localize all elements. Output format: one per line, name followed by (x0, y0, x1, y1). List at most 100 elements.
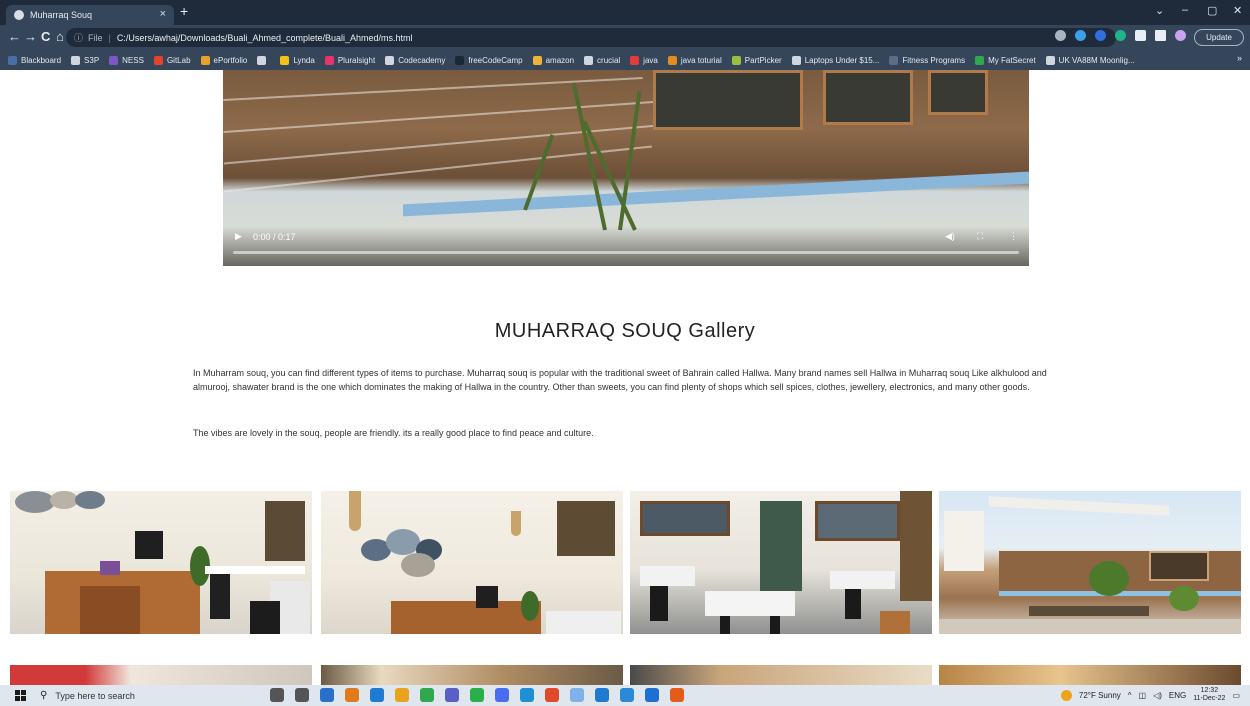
video-progress-bar[interactable] (233, 251, 1019, 254)
taskbar-app-icon[interactable] (345, 688, 359, 702)
taskbar-app-icon[interactable] (420, 688, 434, 702)
taskbar-app-icon[interactable] (545, 688, 559, 702)
bookmark-favicon-icon (731, 55, 741, 65)
profile-avatar-icon[interactable] (1175, 30, 1186, 41)
language-indicator[interactable]: ENG (1169, 691, 1186, 700)
maximize-button[interactable]: ▢ (1207, 4, 1217, 17)
bookmark-label: ePortfolio (213, 55, 248, 65)
taskbar-app-icon[interactable] (570, 688, 584, 702)
bookmark-item[interactable]: GitLab (153, 55, 191, 65)
reload-button[interactable]: C (41, 29, 50, 44)
new-tab-button[interactable]: + (180, 3, 188, 19)
bookmark-item[interactable]: java toturial (667, 55, 722, 65)
bookmark-item[interactable]: PartPicker (731, 55, 782, 65)
bookmark-item[interactable]: My FatSecret (975, 55, 1036, 65)
taskbar-app-icon[interactable] (520, 688, 534, 702)
site-info-icon[interactable]: ⓘ (74, 31, 83, 44)
taskbar-app-icon[interactable] (620, 688, 634, 702)
taskbar-search[interactable]: ⚲ Type here to search (40, 686, 230, 705)
extension-icon[interactable] (1075, 30, 1086, 41)
play-icon[interactable]: ▶ (235, 231, 242, 242)
gallery-photo[interactable] (939, 665, 1241, 685)
gallery-photo[interactable] (321, 665, 623, 685)
notifications-icon[interactable]: ▭ (1232, 691, 1240, 700)
bookmark-item[interactable]: java (630, 55, 658, 65)
bookmark-label: Fitness Programs (902, 55, 966, 65)
extension-icon[interactable] (1095, 30, 1106, 41)
gallery-photo[interactable] (630, 665, 932, 685)
bookmark-item[interactable]: Codecademy (385, 55, 445, 65)
bookmark-label: amazon (545, 55, 575, 65)
fullscreen-icon[interactable]: ⛶ (977, 231, 983, 242)
gallery-photo[interactable] (321, 491, 623, 634)
bookmark-label: PartPicker (744, 55, 782, 65)
search-icon: ⚲ (40, 690, 48, 701)
taskbar-app-icon[interactable] (670, 688, 684, 702)
volume-icon[interactable]: ◁) (1153, 691, 1162, 700)
gallery-title: MUHARRAQ SOUQ Gallery (494, 320, 756, 342)
bookmark-item[interactable]: Lynda (280, 55, 315, 65)
taskbar-app-icon[interactable] (295, 688, 309, 702)
bookmark-item[interactable]: S3P (71, 55, 99, 65)
bookmark-label: Blackboard (21, 55, 62, 65)
taskbar-app-icon[interactable] (470, 688, 484, 702)
bookmark-favicon-icon (280, 55, 290, 65)
bookmark-favicon-icon (455, 55, 465, 65)
video-menu-icon[interactable]: ⋮ (1009, 231, 1018, 242)
bookmark-favicon-icon (791, 55, 801, 65)
taskbar-app-icon[interactable] (395, 688, 409, 702)
page-content: ▶ 0:00 / 0:17 ◀) ⛶ ⋮ MUHARRAQ SOUQ Galle… (0, 70, 1250, 685)
address-url[interactable]: C:/Users/awhaj/Downloads/Buali_Ahmed_com… (117, 33, 413, 43)
bookmarks-overflow-icon[interactable]: » (1237, 53, 1242, 63)
bookmark-item[interactable]: NESS (109, 55, 144, 65)
browser-tab[interactable]: Muharraq Souq × (6, 5, 174, 25)
tray-overflow-icon[interactable]: ^ (1128, 691, 1132, 700)
taskbar-app-icon[interactable] (595, 688, 609, 702)
update-button[interactable]: Update (1194, 29, 1244, 46)
weather-text[interactable]: 72°F Sunny (1079, 691, 1121, 700)
bookmark-item[interactable]: Pluralsight (324, 55, 375, 65)
taskbar-app-icon[interactable] (645, 688, 659, 702)
bookmark-item[interactable]: crucial (584, 55, 620, 65)
home-button[interactable]: ⌂ (56, 29, 64, 44)
taskbar-app-icon[interactable] (495, 688, 509, 702)
close-window-button[interactable]: ✕ (1233, 4, 1242, 17)
bookmark-item[interactable]: ePortfolio (200, 55, 248, 65)
bookmark-item[interactable]: Fitness Programs (889, 55, 966, 65)
bookmark-item[interactable]: amazon (532, 55, 575, 65)
browser-toolbar: ← → C ⌂ ⓘ File | C:/Users/awhaj/Download… (0, 25, 1250, 50)
system-tray: 72°F Sunny ^ ◫ ◁) ENG 12:32 11-Dec-22 ▭ (1060, 687, 1240, 704)
forward-button[interactable]: → (24, 29, 37, 44)
gallery-photo[interactable] (10, 491, 312, 634)
video-player[interactable]: ▶ 0:00 / 0:17 ◀) ⛶ ⋮ (223, 70, 1029, 266)
bookmark-item[interactable]: freeCodeCamp (455, 55, 523, 65)
taskbar-app-icon[interactable] (320, 688, 334, 702)
tab-close-icon[interactable]: × (160, 8, 166, 20)
taskbar-app-icon[interactable] (445, 688, 459, 702)
side-panel-icon[interactable] (1155, 30, 1166, 41)
network-icon[interactable]: ◫ (1139, 691, 1147, 700)
extension-icon[interactable] (1115, 30, 1126, 41)
volume-icon[interactable]: ◀) (945, 231, 955, 242)
minimize-button[interactable]: – (1182, 4, 1188, 16)
taskbar-app-icon[interactable] (270, 688, 284, 702)
windows-start-icon[interactable] (15, 690, 26, 701)
gallery-photo[interactable] (630, 491, 932, 634)
bookmark-item[interactable] (257, 55, 270, 65)
gallery-photo[interactable] (939, 491, 1241, 634)
bookmark-label: java (643, 55, 658, 65)
bookmark-item[interactable]: Blackboard (8, 55, 62, 65)
bookmark-favicon-icon (889, 55, 899, 65)
tab-search-icon[interactable]: ⌄ (1155, 4, 1164, 17)
bookmark-item[interactable]: UK VA88M Moonlig... (1045, 55, 1135, 65)
bookmark-item[interactable]: Laptops Under $15... (791, 55, 879, 65)
taskbar-clock[interactable]: 12:32 11-Dec-22 (1193, 687, 1225, 704)
extensions-puzzle-icon[interactable] (1135, 30, 1146, 41)
back-button[interactable]: ← (8, 29, 21, 44)
profile-icon[interactable] (1055, 30, 1066, 41)
taskbar-app-icon[interactable] (370, 688, 384, 702)
bookmark-favicon-icon (1045, 55, 1055, 65)
gallery-photo[interactable] (10, 665, 312, 685)
address-bar[interactable]: ⓘ File | C:/Users/awhaj/Downloads/Buali_… (66, 28, 1116, 47)
bookmark-label: java toturial (680, 55, 722, 65)
